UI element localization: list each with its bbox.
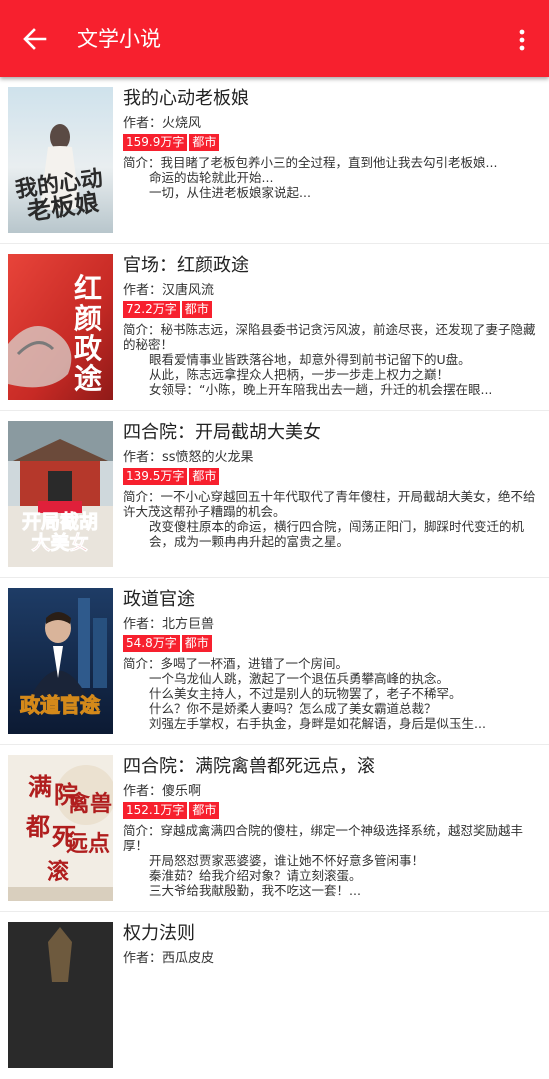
intro-line: 改变傻柱原本的命运，横行四合院，闯荡正阳门，脚踩时代变迁的机会，成为一颗冉冉升起…	[149, 519, 525, 549]
intro-line: 简介：多喝了一杯酒，进错了一个房间。	[123, 656, 349, 671]
book-cover	[8, 922, 113, 1068]
book-author: 作者：ss愤怒的火龙果	[123, 450, 254, 465]
svg-text:政: 政	[74, 332, 102, 365]
word-count-badge: 54.8万字	[123, 635, 180, 652]
intro-line: 一切，从住进老板娘家说起...	[149, 185, 311, 200]
intro-line: 从此，陈志远拿捏众人把柄，一步一步走上权力之巅！	[149, 367, 450, 382]
word-count-badge: 159.9万字	[123, 134, 188, 151]
intro-line: 秦淮茹？给我介绍对象？请立刻滚蛋。	[149, 868, 362, 883]
book-intro: 简介：多喝了一杯酒，进错了一个房间。 一个乌龙仙人跳，激起了一个退伍兵勇攀高峰的…	[123, 656, 541, 731]
book-cover: 红 颜 政 途	[8, 254, 113, 400]
word-count-badge: 72.2万字	[123, 301, 180, 318]
intro-line: 简介：一不小心穿越回五十年代取代了青年傻柱，开局截胡大美女，绝不给许大茂这帮孙子…	[123, 489, 536, 519]
book-item[interactable]: 权力法则 作者：西瓜皮皮	[0, 912, 549, 1079]
book-cover: 满 院 禽兽 都 死 远点 滚	[8, 755, 113, 901]
svg-text:颜: 颜	[74, 302, 102, 335]
book-intro: 简介：穿越成禽满四合院的傻柱，绑定一个神级选择系统，越怼奖励越丰厚！ 开局怒怼贾…	[123, 823, 541, 898]
book-item[interactable]: 红 颜 政 途 官场：红颜政途 作者：汉唐风流 72.2万字 都市 简介：秘书陈志…	[0, 244, 549, 411]
svg-text:政道官途: 政道官途	[20, 693, 101, 717]
back-button[interactable]	[22, 26, 48, 52]
intro-line: 一个乌龙仙人跳，激起了一个退伍兵勇攀高峰的执念。	[149, 671, 450, 686]
intro-line: 什么美女主持人，不过是别人的玩物罢了，老子不稀罕。	[149, 686, 462, 701]
book-title[interactable]: 四合院：满院禽兽都死远点，滚	[123, 755, 541, 779]
book-title[interactable]: 四合院：开局截胡大美女	[123, 421, 541, 445]
book-title[interactable]: 政道官途	[123, 588, 541, 612]
category-badge: 都市	[189, 468, 220, 485]
book-item[interactable]: 开局截胡 大美女 四合院：开局截胡大美女 作者：ss愤怒的火龙果 139.5万字…	[0, 411, 549, 578]
category-badge: 都市	[189, 802, 220, 819]
intro-line: 三大爷给我献殷勤，我不吃这一套！...	[149, 883, 361, 898]
book-title[interactable]: 我的心动老板娘	[123, 87, 541, 111]
book-author: 作者：汉唐风流	[123, 283, 215, 298]
svg-text:满: 满	[28, 772, 52, 801]
intro-line: 简介：我目睹了老板包养小三的全过程，直到他让我去勾引老板娘...	[123, 155, 498, 170]
book-intro: 简介：我目睹了老板包养小三的全过程，直到他让我去勾引老板娘... 命运的齿轮就此…	[123, 155, 541, 200]
intro-line: 简介：穿越成禽满四合院的傻柱，绑定一个神级选择系统，越怼奖励越丰厚！	[123, 823, 524, 853]
book-title[interactable]: 官场：红颜政途	[123, 254, 541, 278]
category-badge: 都市	[189, 134, 220, 151]
book-title[interactable]: 权力法则	[123, 922, 541, 946]
book-item[interactable]: 满 院 禽兽 都 死 远点 滚 四合院：满院禽兽都死远点，滚 作者：傻乐啊 15…	[0, 745, 549, 912]
book-author: 作者：火烧风	[123, 116, 202, 131]
more-vertical-icon	[519, 29, 525, 51]
intro-line: 命运的齿轮就此开始...	[149, 170, 274, 185]
category-badge: 都市	[181, 301, 212, 318]
word-count-badge: 152.1万字	[123, 802, 188, 819]
intro-line: 女领导：“小陈，晚上开车陪我出去一趟，升迁的机会摆在眼...	[149, 382, 493, 397]
book-intro: 简介：秘书陈志远，深陷县委书记贪污风波，前途尽丧，还发现了妻子隐藏的秘密！ 眼看…	[123, 322, 541, 397]
word-count-badge: 139.5万字	[123, 468, 188, 485]
book-intro: 简介：一不小心穿越回五十年代取代了青年傻柱，开局截胡大美女，绝不给许大茂这帮孙子…	[123, 489, 541, 549]
svg-text:远点: 远点	[66, 831, 110, 857]
book-author: 作者：傻乐啊	[123, 784, 202, 799]
book-item[interactable]: 我的心动 老板娘 我的心动老板娘 作者：火烧风 159.9万字 都市 简介：我目睹…	[0, 77, 549, 244]
intro-line: 简介：秘书陈志远，深陷县委书记贪污风波，前途尽丧，还发现了妻子隐藏的秘密！	[123, 322, 536, 352]
svg-text:红: 红	[74, 272, 102, 305]
book-cover: 我的心动 老板娘	[8, 87, 113, 233]
intro-line: 眼看爱情事业皆跌落谷地，却意外得到前书记留下的U盘。	[149, 352, 471, 367]
arrow-left-icon	[23, 28, 47, 50]
intro-line: 刘强左手掌权，右手执金，身畔是如花解语，身后是似玉生...	[149, 716, 486, 731]
book-item[interactable]: 政道官途 政道官途 作者：北方巨兽 54.8万字 都市 简介：多喝了一杯酒，进错了…	[0, 578, 549, 745]
intro-line: 什么？你不是娇柔人妻吗？怎么成了美女霸道总裁？	[149, 701, 437, 716]
svg-text:滚: 滚	[47, 859, 70, 885]
book-cover: 政道官途	[8, 588, 113, 734]
book-cover: 开局截胡 大美女	[8, 421, 113, 567]
book-author: 作者：西瓜皮皮	[123, 951, 215, 966]
category-badge: 都市	[181, 635, 212, 652]
svg-text:途: 途	[74, 362, 103, 395]
app-bar: 文学小说	[0, 0, 549, 77]
svg-text:禽兽: 禽兽	[67, 791, 112, 817]
book-author: 作者：北方巨兽	[123, 617, 215, 632]
svg-text:开局截胡: 开局截胡	[22, 510, 98, 533]
intro-line: 开局怒怼贾家恶婆婆，谁让她不怀好意多管闲事！	[149, 853, 425, 868]
svg-text:都: 都	[25, 812, 50, 841]
page-title: 文学小说	[77, 27, 161, 51]
more-options-button[interactable]	[512, 28, 532, 52]
book-list[interactable]: 我的心动 老板娘 我的心动老板娘 作者：火烧风 159.9万字 都市 简介：我目睹…	[0, 77, 549, 1068]
svg-text:大美女: 大美女	[31, 531, 88, 554]
